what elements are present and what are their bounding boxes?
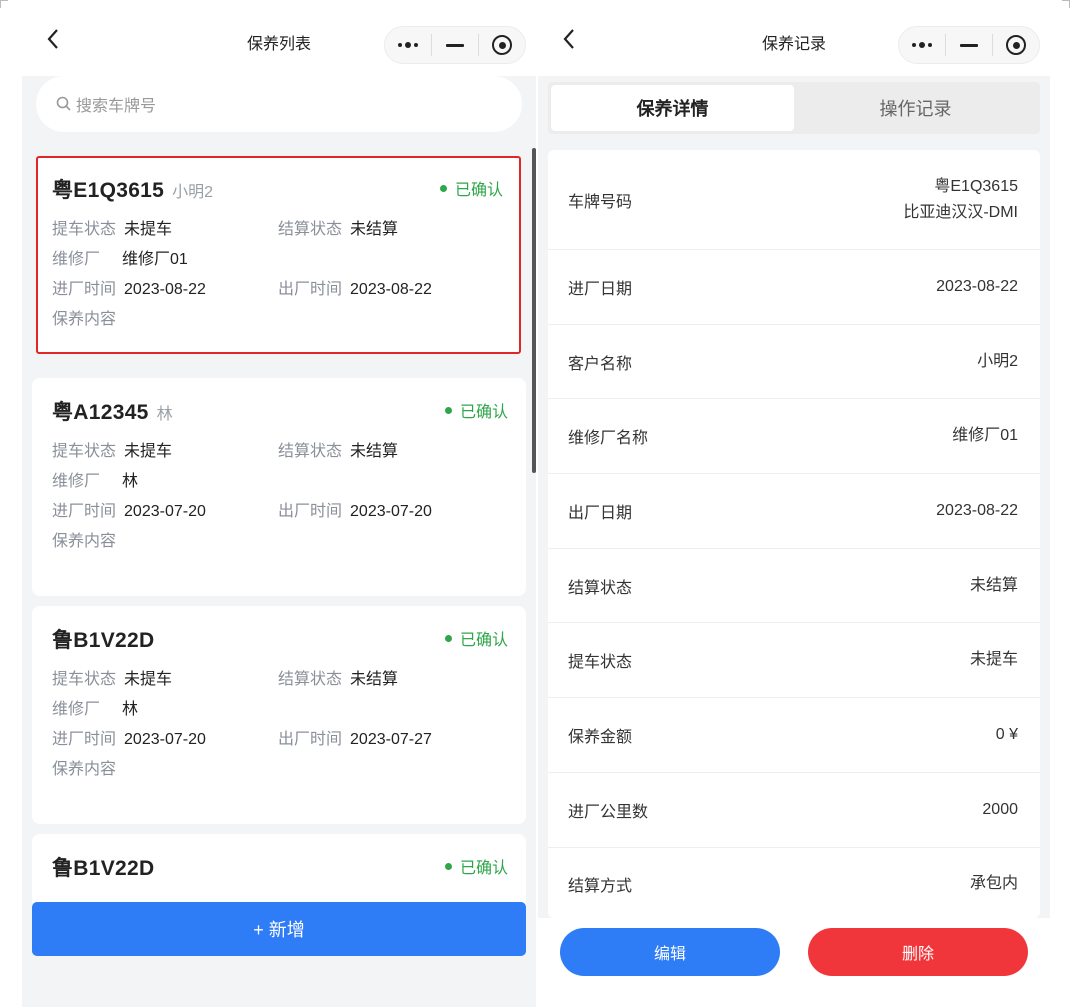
target-circle-icon [1006, 35, 1026, 55]
search-icon [56, 96, 71, 111]
minus-icon [446, 43, 464, 47]
list-item[interactable]: 粤E1Q3615 小明2 已确认 提车状态 未提车 结算状态 未结算 维修厂 维修厂01… [36, 156, 521, 354]
delete-button[interactable]: 删除 [808, 928, 1028, 976]
close-button[interactable] [993, 27, 1039, 63]
list-item[interactable]: 鲁B1V22D 已确认 提车状态 未提车 结算状态 未结算 维修厂林 进厂时间 202… [32, 606, 526, 824]
add-button[interactable]: + 新增 [32, 902, 526, 956]
edit-button[interactable]: 编辑 [560, 928, 780, 976]
list-item[interactable]: 粤A12345 林 已确认 提车状态 未提车 结算状态 未结算 维修厂林 进厂时间 20… [32, 378, 526, 596]
list-body: 搜索车牌号 粤E1Q3615 小明2 已确认 提车状态 未提车 结算状态 未结算 维修… [22, 76, 536, 1007]
window-corner-right [1062, 0, 1070, 8]
minimize-button[interactable] [432, 27, 478, 63]
close-button[interactable] [479, 27, 525, 63]
target-circle-icon [492, 35, 512, 55]
more-button[interactable] [899, 27, 945, 63]
search-bar: 搜索车牌号 [22, 76, 536, 140]
more-dots-icon [912, 42, 932, 48]
minimize-button[interactable] [946, 27, 992, 63]
maintenance-detail-screen: 保养记录 保养详情 操作记录 车牌号码 粤E1Q3615 比亚迪汉汉-DMI 进厂… [538, 0, 1050, 1007]
tab-maintenance-details[interactable]: 保养详情 [551, 85, 794, 131]
detail-row: 进厂公里数 2000 [548, 773, 1040, 848]
status-badge: 已确认 [444, 626, 508, 650]
status-badge: 已确认 [439, 176, 503, 200]
plate-number: 鲁B1V22D [52, 629, 155, 652]
owner-name: 林 [156, 406, 173, 423]
detail-row: 提车状态 未提车 [548, 623, 1040, 699]
detail-row: 进厂日期 2023-08-22 [548, 250, 1040, 325]
tab-bar: 保养详情 操作记录 [548, 82, 1040, 134]
car-model: 比亚迪汉汉-DMI [903, 203, 1018, 221]
mini-program-capsule [898, 26, 1040, 64]
detail-row: 结算状态 未结算 [548, 549, 1040, 624]
plate-number: 粤E1Q3615 [934, 177, 1018, 195]
detail-row: 维修厂名称 维修厂01 [548, 399, 1040, 475]
detail-card: 车牌号码 粤E1Q3615 比亚迪汉汉-DMI 进厂日期 2023-08-22 客户… [548, 150, 1040, 918]
detail-row: 出厂日期 2023-08-22 [548, 474, 1040, 549]
detail-navbar: 保养记录 [538, 0, 1050, 76]
status-badge: 已确认 [444, 398, 508, 422]
detail-body: 保养详情 操作记录 车牌号码 粤E1Q3615 比亚迪汉汉-DMI 进厂日期 202… [538, 76, 1050, 1007]
maintenance-list-screen: 保养列表 搜索车牌号 粤E1Q3615 小明2 已确认 提车状态 未提车 结算状态 [22, 0, 536, 1007]
detail-row: 客户名称 小明2 [548, 325, 1040, 400]
more-dots-icon [398, 42, 418, 48]
search-input[interactable]: 搜索车牌号 [36, 76, 522, 132]
list-navbar: 保养列表 [22, 0, 536, 76]
scrollbar[interactable] [532, 148, 536, 473]
minus-icon [960, 43, 978, 47]
mini-program-capsule [384, 26, 526, 64]
detail-row-plate: 车牌号码 粤E1Q3615 比亚迪汉汉-DMI [548, 150, 1040, 250]
tab-operation-log[interactable]: 操作记录 [794, 85, 1037, 131]
detail-row: 保养金额 0 ¥ [548, 698, 1040, 773]
plate-number: 粤A12345 [52, 401, 149, 424]
plate-number: 鲁B1V22D [52, 857, 155, 880]
status-badge: 已确认 [444, 854, 508, 878]
search-placeholder: 搜索车牌号 [76, 98, 157, 115]
window-corner-left [0, 0, 8, 8]
detail-row: 结算方式 承包内 [548, 848, 1040, 919]
more-button[interactable] [385, 27, 431, 63]
action-bar: 编辑 删除 [538, 918, 1050, 1007]
plate-number: 粤E1Q3615 [52, 179, 165, 202]
owner-name: 小明2 [172, 184, 214, 201]
